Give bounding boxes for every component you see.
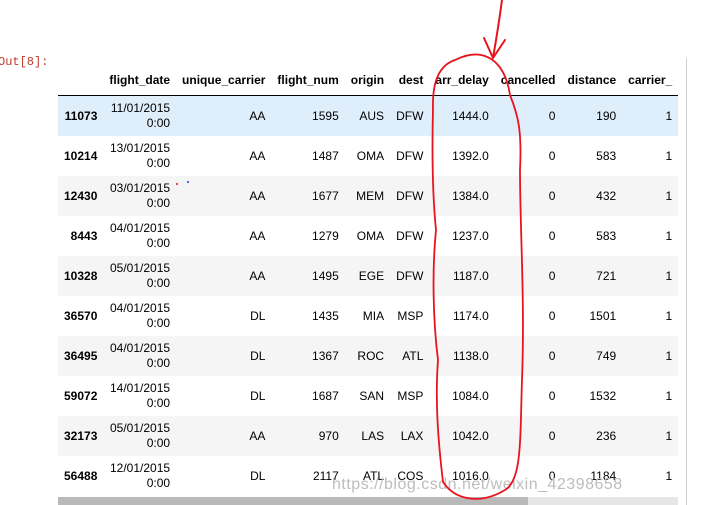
annotation-dots xyxy=(176,181,189,185)
annotation-arrow-icon xyxy=(483,0,506,59)
red-annotation xyxy=(176,0,524,500)
annotation-circle xyxy=(431,53,524,500)
